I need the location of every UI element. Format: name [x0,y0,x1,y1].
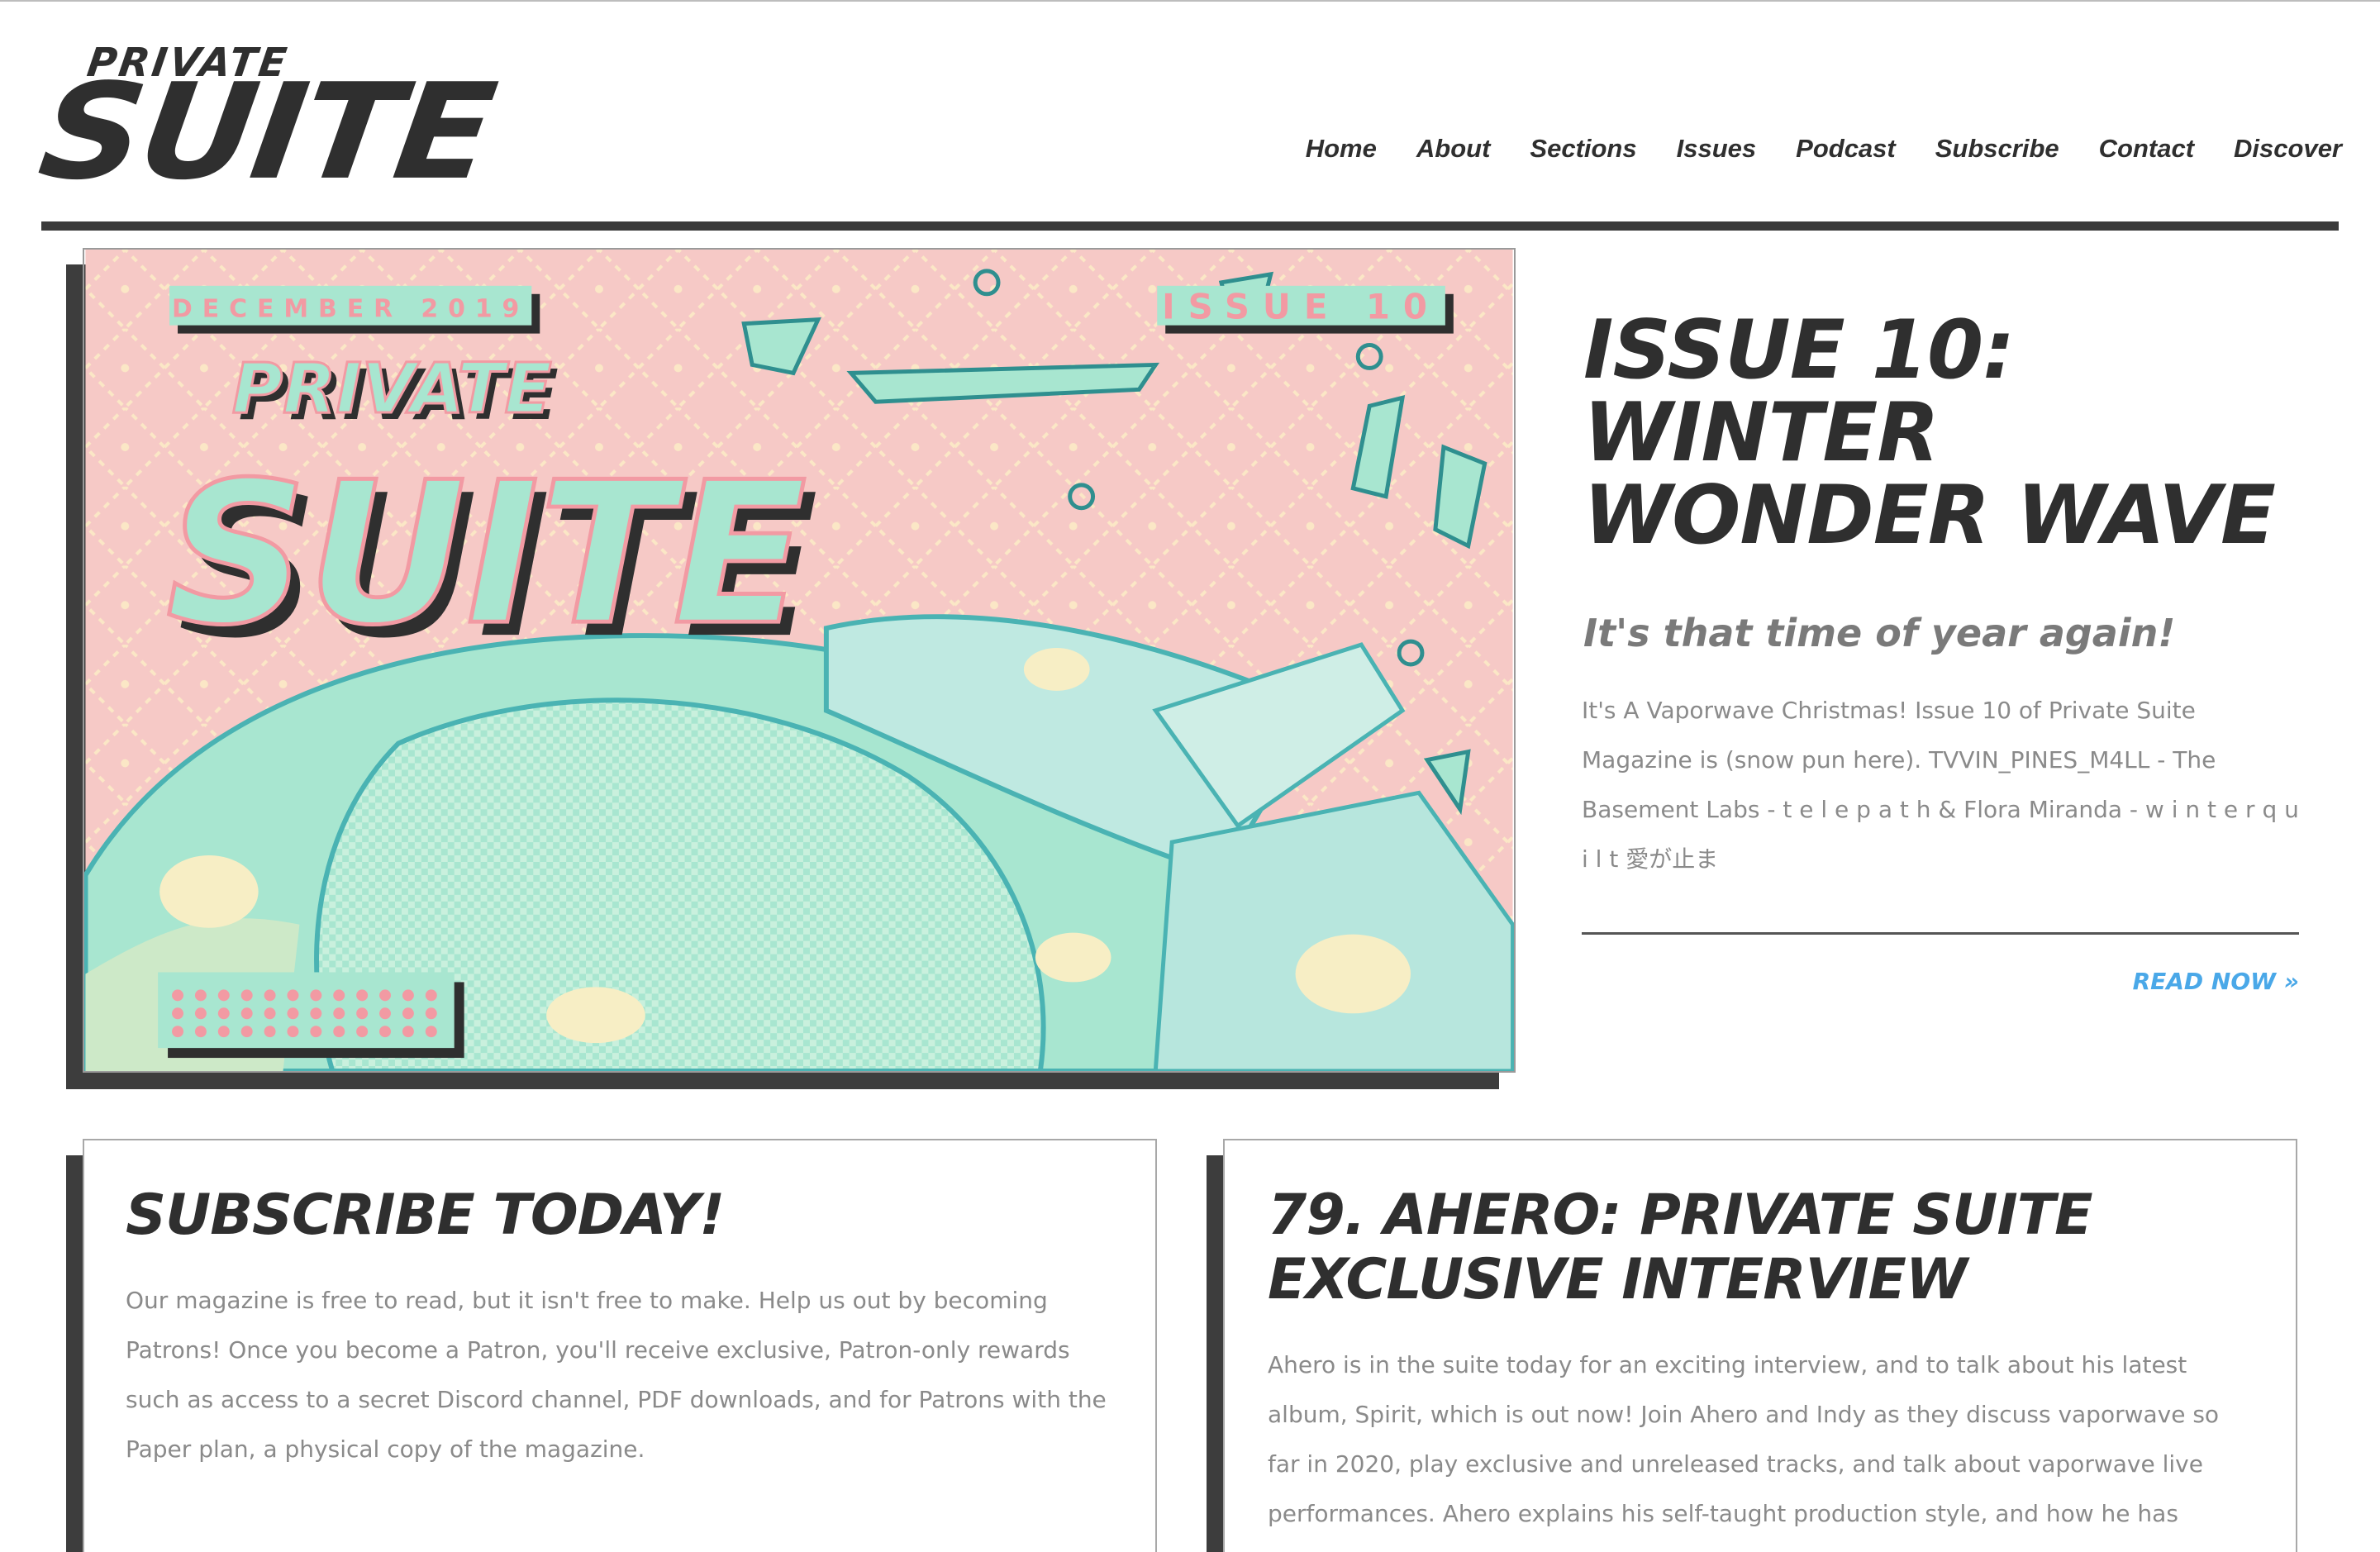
cover-issue: ISSUE 10 [1162,287,1440,327]
hero-cover-image[interactable]: DECEMBER 2019 ISSUE 10 PRIVATE PRIVATE S… [83,248,1516,1073]
subscribe-card-shadow [66,1155,83,1552]
nav-sections[interactable]: Sections [1530,132,1636,165]
logo-text-big: SUITE [31,55,502,209]
cover-date: DECEMBER 2019 [172,295,529,324]
subscribe-title[interactable]: SUBSCRIBE TODAY! [126,1183,1112,1248]
header-divider [41,221,2339,231]
podcast-body: Ahero is in the suite today for an excit… [1268,1351,2220,1552]
cover-logo-big: SUITE [166,440,807,668]
podcast-card-shadow [1207,1155,1223,1552]
cover-art: DECEMBER 2019 ISSUE 10 PRIVATE PRIVATE S… [84,250,1514,1071]
nav-issues[interactable]: Issues [1677,132,1757,165]
read-now-link[interactable]: READ NOW » [2133,965,2299,998]
main-nav: Home About Sections Issues Podcast Subsc… [1266,132,2342,165]
site-logo[interactable]: PRIVATE SUITE [31,40,547,209]
nav-home[interactable]: Home [1306,132,1377,165]
issue-title[interactable]: ISSUE 10: WINTER WONDER WAVE [1583,309,2311,557]
subscribe-card: SUBSCRIBE TODAY! Our magazine is free to… [83,1139,1157,1552]
issue-excerpt: It's A Vaporwave Christmas! Issue 10 of … [1582,697,2299,873]
nav-podcast[interactable]: Podcast [1796,132,1896,165]
nav-about[interactable]: About [1416,132,1491,165]
nav-discover[interactable]: Discover [2234,132,2342,165]
top-border [0,0,2380,2]
cover-logo-small-fill: PRIVATE [232,348,552,429]
subscribe-body: Our magazine is free to read, but it isn… [126,1287,1107,1463]
issue-subtitle: It's that time of year again! [1583,611,2176,655]
podcast-card: 79. AHERO: PRIVATE SUITE EXCLUSIVE INTER… [1223,1139,2297,1552]
issue-divider [1582,932,2299,935]
podcast-title[interactable]: 79. AHERO: PRIVATE SUITE EXCLUSIVE INTER… [1268,1183,2253,1312]
nav-subscribe[interactable]: Subscribe [1935,132,2059,165]
nav-contact[interactable]: Contact [2099,132,2194,165]
